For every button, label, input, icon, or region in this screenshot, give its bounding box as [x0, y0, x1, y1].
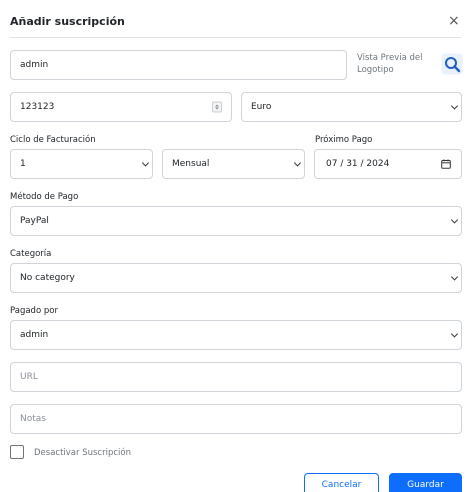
header-divider [10, 37, 461, 38]
logo-search-button[interactable] [441, 53, 463, 75]
cancel-button[interactable]: Cancelar [304, 473, 379, 492]
name-input-value: admin [20, 60, 49, 70]
payment-method-label: Método de Pago [10, 192, 79, 202]
billing-cycle-number-value: 1 [20, 159, 26, 169]
currency-select[interactable]: Euro [241, 92, 462, 122]
category-select[interactable]: No category [10, 263, 462, 293]
search-icon [441, 53, 463, 75]
calendar-icon[interactable] [441, 159, 451, 169]
name-input[interactable]: admin [10, 50, 347, 80]
url-placeholder: URL [20, 372, 38, 382]
category-label: Categoría [10, 249, 52, 259]
payment-method-selected: PayPal [20, 216, 49, 226]
billing-cycle-number-select[interactable]: 1 [10, 149, 153, 179]
close-icon[interactable]: × [448, 14, 460, 28]
billing-cycle-period-select[interactable]: Mensual [162, 149, 305, 179]
paid-by-label: Pagado por [10, 306, 58, 316]
next-payment-label: Próximo Pago [315, 135, 373, 145]
paid-by-select[interactable]: admin [10, 320, 462, 350]
currency-selected: Euro [251, 102, 272, 112]
price-input[interactable]: 123123 [10, 92, 232, 122]
payment-method-select[interactable]: PayPal [10, 206, 462, 236]
url-input[interactable]: URL [10, 362, 462, 392]
logo-preview-label: Vista Previa del Logotipo [357, 53, 423, 75]
billing-cycle-label: Ciclo de Facturación [10, 135, 96, 145]
next-payment-date-input[interactable]: 07 / 31 / 2024 [314, 149, 462, 179]
next-payment-date-value: 07 / 31 / 2024 [326, 159, 390, 169]
price-stepper[interactable] [212, 101, 222, 113]
price-input-value: 123123 [20, 102, 55, 112]
modal-title: Añadir suscripción [10, 15, 125, 28]
notes-placeholder: Notas [20, 414, 46, 424]
category-selected: No category [20, 273, 75, 283]
add-subscription-modal: Añadir suscripción × admin Vista Previa … [0, 0, 469, 492]
billing-cycle-period-value: Mensual [172, 159, 210, 169]
disable-subscription-checkbox[interactable] [10, 445, 24, 459]
notes-input[interactable]: Notas [10, 404, 462, 434]
save-button[interactable]: Guardar [389, 473, 462, 492]
paid-by-selected: admin [20, 330, 49, 340]
disable-subscription-label: Desactivar Suscripción [34, 448, 131, 458]
